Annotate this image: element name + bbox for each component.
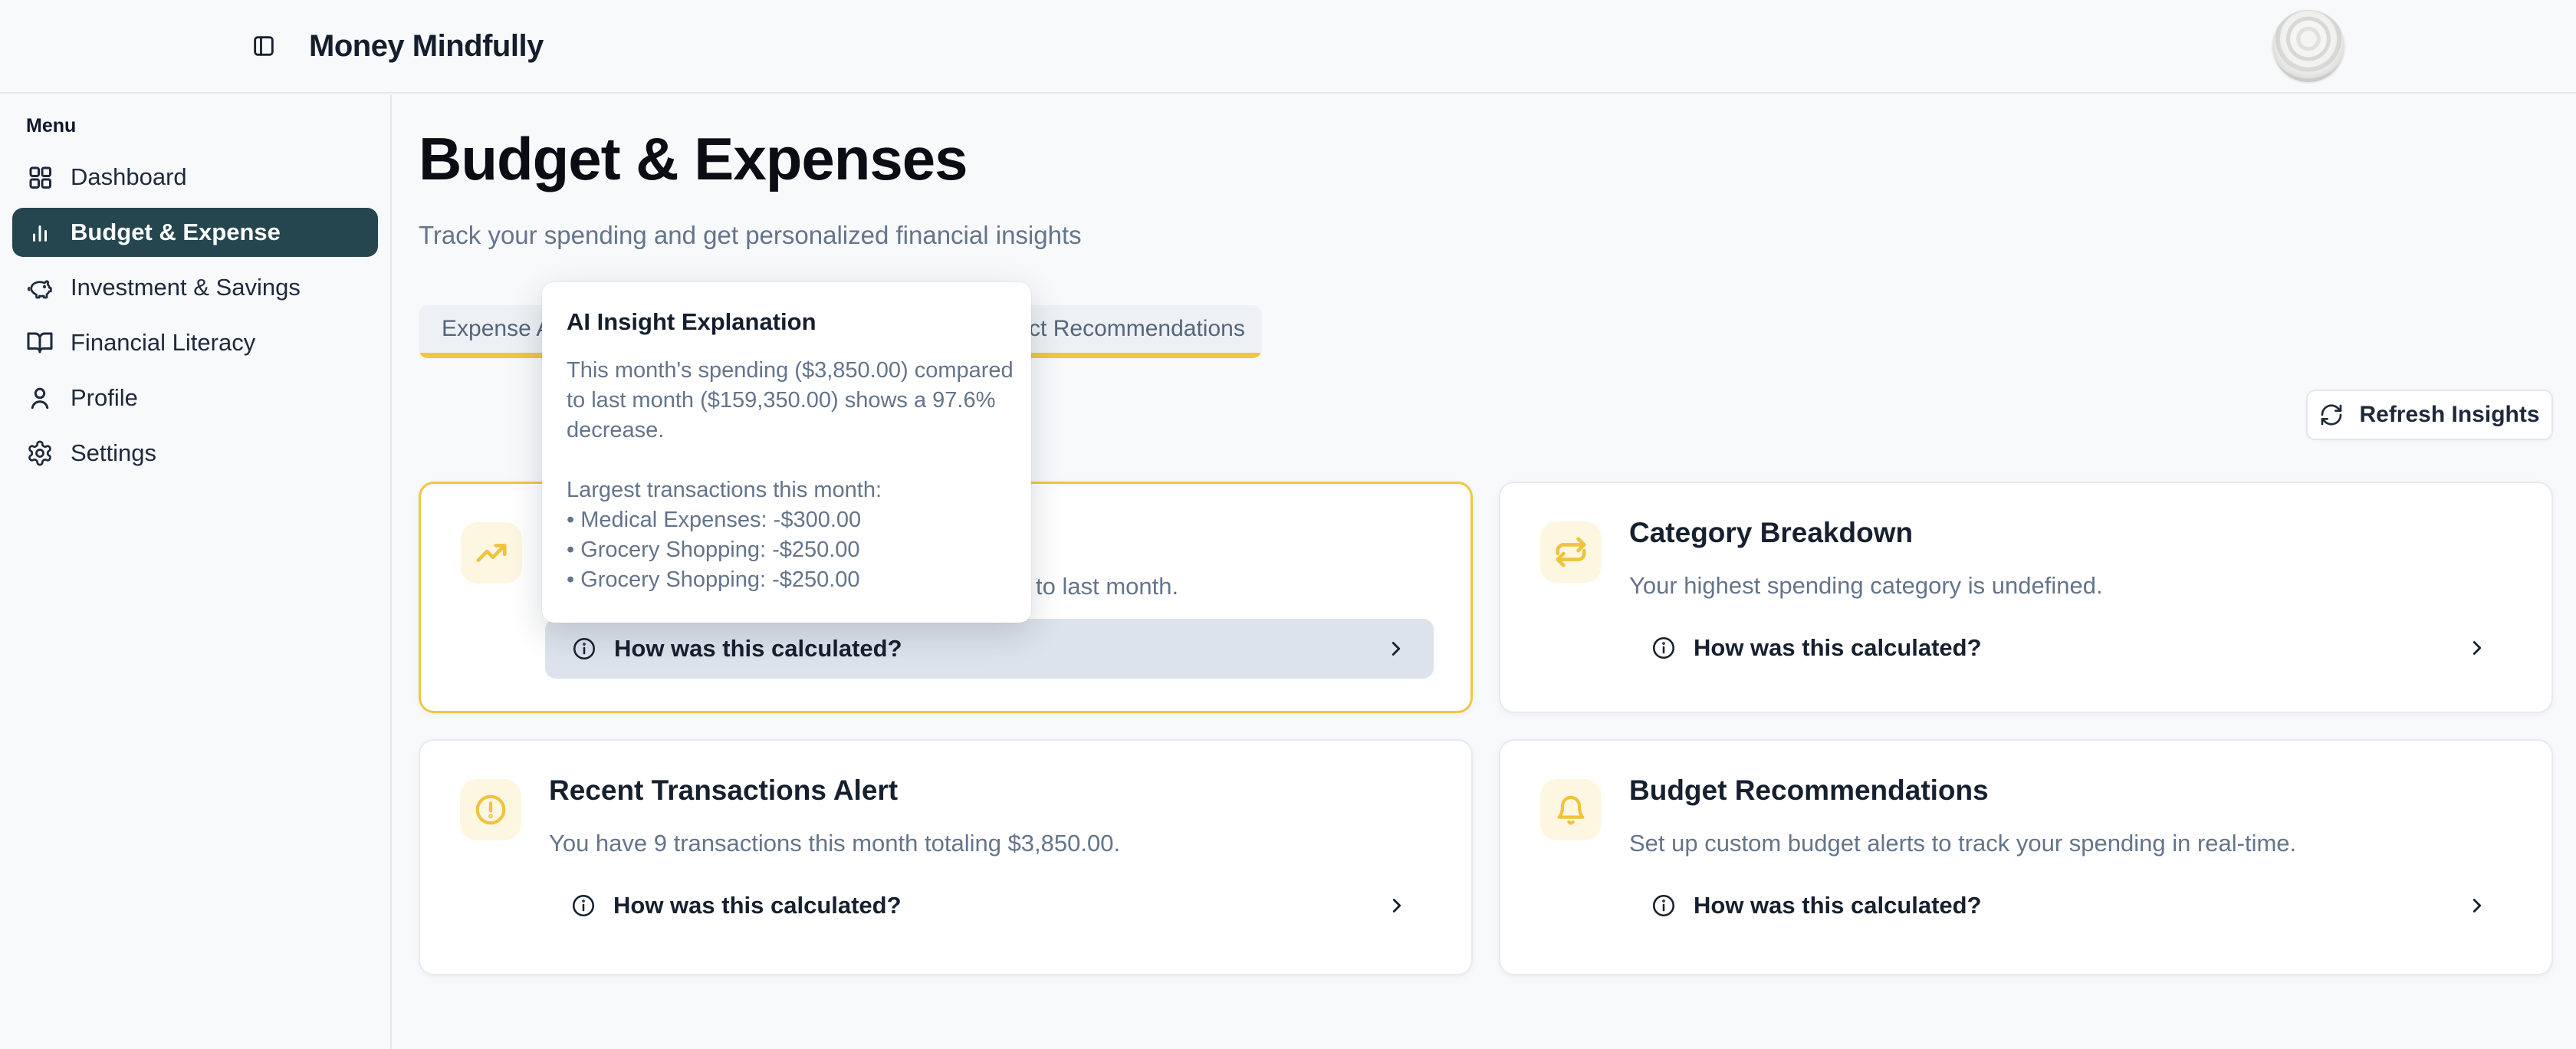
sidebar-item-financial-literacy[interactable]: Financial Literacy bbox=[12, 318, 378, 367]
chevron-right-icon bbox=[2466, 894, 2489, 917]
sidebar-item-label: Settings bbox=[71, 439, 156, 467]
how-calculated-label: How was this calculated? bbox=[613, 892, 902, 919]
icon-tile bbox=[460, 779, 521, 840]
card-title: Recent Transactions Alert bbox=[549, 774, 898, 807]
user-avatar[interactable] bbox=[2272, 10, 2344, 82]
how-calculated-row[interactable]: How was this calculated? bbox=[1625, 876, 2515, 936]
info-icon bbox=[571, 636, 597, 662]
sidebar-item-label: Profile bbox=[71, 384, 138, 412]
user-icon bbox=[26, 384, 54, 412]
trending-up-icon bbox=[474, 535, 509, 571]
sidebar-item-label: Investment & Savings bbox=[71, 274, 301, 301]
chevron-right-icon bbox=[2466, 636, 2489, 659]
how-calculated-row[interactable]: How was this calculated? bbox=[1625, 618, 2515, 678]
sidebar-item-label: Financial Literacy bbox=[71, 329, 255, 357]
info-icon bbox=[570, 893, 596, 919]
piggy-bank-icon bbox=[26, 274, 54, 301]
page: Money Mindfully Menu Dashboard Budget & … bbox=[0, 0, 2576, 1049]
card-title: Category Breakdown bbox=[1629, 517, 1913, 549]
card-body: You have 9 transactions this month total… bbox=[549, 830, 1120, 857]
tooltip-paragraph-2: Largest transactions this month: • Medic… bbox=[567, 475, 1007, 595]
card-body-fragment: to last month. bbox=[1036, 573, 1178, 600]
how-calculated-label: How was this calculated? bbox=[614, 635, 902, 663]
ai-insight-tooltip: AI Insight Explanation This month's spen… bbox=[542, 282, 1031, 623]
sidebar-item-investment-savings[interactable]: Investment & Savings bbox=[12, 263, 378, 312]
how-calculated-row[interactable]: How was this calculated? bbox=[544, 876, 1434, 936]
page-title: Budget & Expenses bbox=[419, 124, 968, 194]
how-calculated-row[interactable]: How was this calculated? bbox=[545, 619, 1434, 679]
sidebar-item-label: Dashboard bbox=[71, 163, 187, 191]
sidebar-item-dashboard[interactable]: Dashboard bbox=[12, 153, 378, 202]
sidebar-item-label: Budget & Expense bbox=[71, 219, 281, 246]
alert-circle-icon bbox=[473, 792, 508, 827]
card-body: Set up custom budget alerts to track you… bbox=[1629, 830, 2296, 857]
bar-chart-icon bbox=[26, 219, 54, 246]
page-subtitle: Track your spending and get personalized… bbox=[419, 221, 1082, 250]
card-title: Budget Recommendations bbox=[1629, 774, 1989, 807]
how-calculated-label: How was this calculated? bbox=[1694, 892, 1982, 919]
sidebar-item-settings[interactable]: Settings bbox=[12, 429, 378, 478]
icon-tile bbox=[461, 522, 522, 584]
top-header: Money Mindfully bbox=[0, 0, 2576, 94]
bell-icon bbox=[1553, 792, 1589, 827]
card-category-breakdown: Category Breakdown Your highest spending… bbox=[1499, 482, 2553, 713]
sidebar-menu-label: Menu bbox=[26, 115, 378, 137]
sidebar-item-profile[interactable]: Profile bbox=[12, 373, 378, 423]
book-open-icon bbox=[26, 329, 54, 357]
sidebar-nav: Dashboard Budget & Expense Investment & … bbox=[12, 153, 378, 478]
icon-tile bbox=[1540, 779, 1602, 840]
sidebar-item-budget-expense[interactable]: Budget & Expense bbox=[12, 208, 378, 257]
info-icon bbox=[1651, 635, 1677, 661]
info-icon bbox=[1651, 893, 1677, 919]
refresh-icon bbox=[2319, 403, 2344, 427]
card-budget-recommendations: Budget Recommendations Set up custom bud… bbox=[1499, 739, 2553, 975]
chevron-right-icon bbox=[1385, 894, 1408, 917]
sidebar-toggle-icon[interactable] bbox=[251, 33, 277, 59]
refresh-insights-button[interactable]: Refresh Insights bbox=[2306, 390, 2553, 440]
gear-icon bbox=[26, 439, 54, 467]
card-body: Your highest spending category is undefi… bbox=[1629, 572, 2103, 600]
tooltip-title: AI Insight Explanation bbox=[567, 308, 1007, 336]
card-recent-transactions-alert: Recent Transactions Alert You have 9 tra… bbox=[419, 739, 1473, 975]
dashboard-icon bbox=[26, 163, 54, 191]
refresh-insights-label: Refresh Insights bbox=[2359, 402, 2539, 428]
sidebar: Menu Dashboard Budget & Expense Investme… bbox=[0, 95, 392, 1049]
tooltip-paragraph-1: This month's spending ($3,850.00) compar… bbox=[567, 356, 1007, 446]
chevron-right-icon bbox=[1385, 637, 1408, 660]
icon-tile bbox=[1540, 521, 1602, 583]
how-calculated-label: How was this calculated? bbox=[1694, 634, 1982, 662]
app-title: Money Mindfully bbox=[309, 29, 544, 64]
repeat-icon bbox=[1553, 534, 1589, 570]
